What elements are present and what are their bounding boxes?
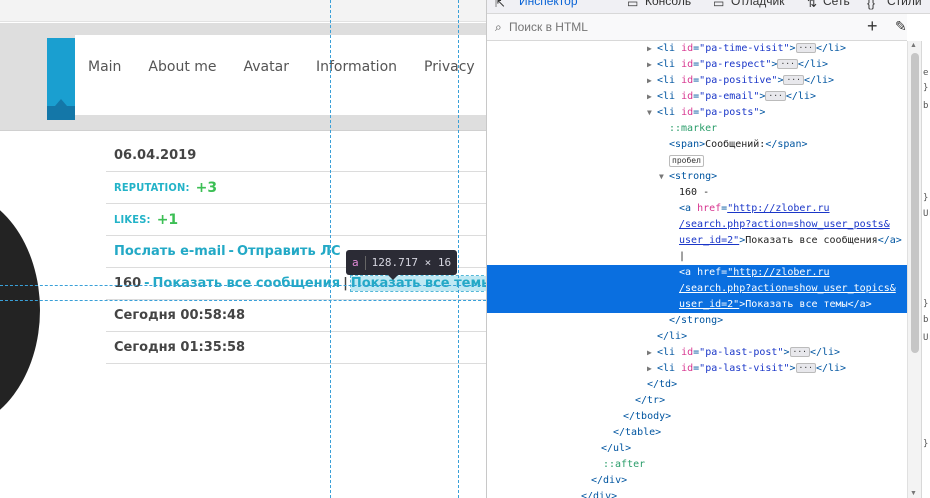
tree-node[interactable]: 160 - xyxy=(487,185,907,201)
side-char: Ur xyxy=(923,209,930,219)
scrollbar-thumb[interactable] xyxy=(911,53,919,353)
search-icon: ⌕ xyxy=(495,20,502,34)
inspector-toolbar: ⌕ + ✎ xyxy=(487,14,907,41)
side-char: } xyxy=(923,83,929,93)
side-char: e xyxy=(923,68,929,78)
page-viewport: Main About me Avatar Information Privacy… xyxy=(0,0,486,498)
tooltip-tag: a xyxy=(352,256,359,269)
reputation-value[interactable]: +3 xyxy=(196,180,217,196)
last-visit-value: Сегодня 01:35:58 xyxy=(114,340,246,355)
ribbon-notch xyxy=(47,99,75,120)
highlight-guide-bottom xyxy=(0,300,486,301)
tree-node[interactable]: ::marker xyxy=(487,121,907,137)
avatar xyxy=(0,190,40,430)
tree-node[interactable]: ▶ <li id="pa-respect"> ··· </li> xyxy=(487,57,907,73)
devtools-panel: ⇱ Инспектор ▭ Консоль ▭ Отладчик ⇅ Сеть … xyxy=(486,0,930,498)
side-char: b xyxy=(923,101,929,111)
posts-count: 160 xyxy=(114,276,142,291)
show-topics-link[interactable]: Показать все темы xyxy=(349,275,486,292)
markup-tree: ▶ <li id="pa-time-visit"> ··· </li> ▶ <li id… xyxy=(487,41,907,498)
style-editor-icon: {} xyxy=(867,0,876,10)
registered-row: 06.04.2019 xyxy=(106,140,486,172)
eyedropper-icon[interactable]: ✎ xyxy=(895,18,907,35)
tree-node[interactable]: </table> xyxy=(487,425,907,441)
tooltip-size: 128.717 × 16 xyxy=(371,256,452,269)
tree-node[interactable]: ▼ <strong> xyxy=(487,169,907,185)
rules-sidebar-edge: e } b } Ur } b Ur } xyxy=(921,41,930,498)
nav-item-about[interactable]: About me xyxy=(148,59,216,75)
posts-pipe: | xyxy=(343,276,348,291)
tree-node[interactable]: <span>Сообщений:</span> xyxy=(487,137,907,153)
scroll-up-icon[interactable]: ▲ xyxy=(910,42,917,49)
side-char: b xyxy=(923,315,929,325)
console-icon: ▭ xyxy=(627,0,639,10)
tab-debugger[interactable]: Отладчик xyxy=(731,0,784,8)
show-posts-link[interactable]: Показать все сообщения xyxy=(153,276,341,291)
tree-node[interactable]: ▼ <li id="pa-posts"> xyxy=(487,105,907,121)
add-node-button[interactable]: + xyxy=(867,16,878,37)
likes-value[interactable]: +1 xyxy=(157,212,178,228)
registered-date: 06.04.2019 xyxy=(114,148,197,163)
side-char: Ur xyxy=(923,333,930,343)
tab-inspector[interactable]: Инспектор xyxy=(519,0,578,8)
tree-node[interactable]: </tbody> xyxy=(487,409,907,425)
side-char: } xyxy=(923,193,929,203)
element-picker-icon[interactable]: ⇱ xyxy=(495,0,505,10)
nav-item-avatar[interactable]: Avatar xyxy=(244,59,289,75)
posts-dash: - xyxy=(144,276,150,291)
side-char: } xyxy=(923,299,929,309)
markup-scrollbar[interactable]: ▲ ▼ xyxy=(907,41,921,498)
scroll-down-icon[interactable]: ▼ xyxy=(910,490,917,497)
likes-label: LIKES: xyxy=(114,213,151,226)
nav-item-information[interactable]: Information xyxy=(316,59,397,75)
tree-node[interactable]: ▶ <li id="pa-positive"> ··· </li> xyxy=(487,73,907,89)
last-post-row: Сегодня 00:58:48 xyxy=(106,300,486,332)
devtools-tabbar: ⇱ Инспектор ▭ Консоль ▭ Отладчик ⇅ Сеть … xyxy=(487,0,930,14)
send-pm-link[interactable]: Отправить ЛС xyxy=(237,244,341,259)
highlight-guide-left xyxy=(330,0,331,498)
tree-node[interactable]: ::after xyxy=(487,457,907,473)
nav-item-privacy[interactable]: Privacy xyxy=(424,59,475,75)
tree-node[interactable]: </ul> xyxy=(487,441,907,457)
debugger-icon: ▭ xyxy=(713,0,725,10)
network-icon: ⇅ xyxy=(807,0,818,10)
contact-dash: - xyxy=(228,244,234,259)
tab-network[interactable]: Сеть xyxy=(823,0,850,8)
side-char: } xyxy=(923,439,929,449)
tree-node[interactable]: пробел xyxy=(487,153,907,169)
tree-node[interactable]: | xyxy=(487,249,907,265)
tree-node[interactable]: </div> xyxy=(487,473,907,489)
highlight-guide-top xyxy=(0,285,486,286)
tree-node[interactable]: </td> xyxy=(487,377,907,393)
reputation-label: REPUTATION: xyxy=(114,181,190,194)
tree-node[interactable]: </div> xyxy=(487,489,907,498)
tooltip-divider xyxy=(364,255,366,270)
reputation-row: REPUTATION: +3 xyxy=(106,172,486,204)
nav-container xyxy=(75,35,486,115)
highlight-guide-right xyxy=(458,0,459,498)
tree-node[interactable]: </strong> xyxy=(487,313,907,329)
tree-node-selected[interactable]: <a href="http://zlober.ru/search.php?act… xyxy=(487,265,907,313)
send-email-link[interactable]: Послать e-mail xyxy=(114,244,226,259)
tab-console[interactable]: Консоль xyxy=(645,0,691,8)
nav-item-main[interactable]: Main xyxy=(88,59,121,75)
last-post-value: Сегодня 00:58:48 xyxy=(114,308,246,323)
top-strip xyxy=(0,0,486,22)
tree-node[interactable]: <a href="http://zlober.ru/search.php?act… xyxy=(487,201,905,249)
likes-row: LIKES: +1 xyxy=(106,204,486,236)
tree-node[interactable]: ▶ <li id="pa-last-visit"> ··· </li> xyxy=(487,361,907,377)
tree-node[interactable]: ▶ <li id="pa-last-post"> ··· </li> xyxy=(487,345,907,361)
tree-node[interactable]: ▶ <li id="pa-email"> ··· </li> xyxy=(487,89,907,105)
tree-node[interactable]: </tr> xyxy=(487,393,907,409)
tab-style-editor[interactable]: Стили xyxy=(887,0,922,8)
html-search-input[interactable] xyxy=(509,19,809,35)
last-visit-row: Сегодня 01:35:58 xyxy=(106,332,486,364)
tree-node[interactable]: ▶ <li id="pa-time-visit"> ··· </li> xyxy=(487,41,907,57)
brand-ribbon xyxy=(47,38,75,120)
tree-node[interactable]: </li> xyxy=(487,329,907,345)
main-nav: Main About me Avatar Information Privacy xyxy=(88,59,486,75)
element-size-tooltip: a 128.717 × 16 xyxy=(346,250,458,280)
